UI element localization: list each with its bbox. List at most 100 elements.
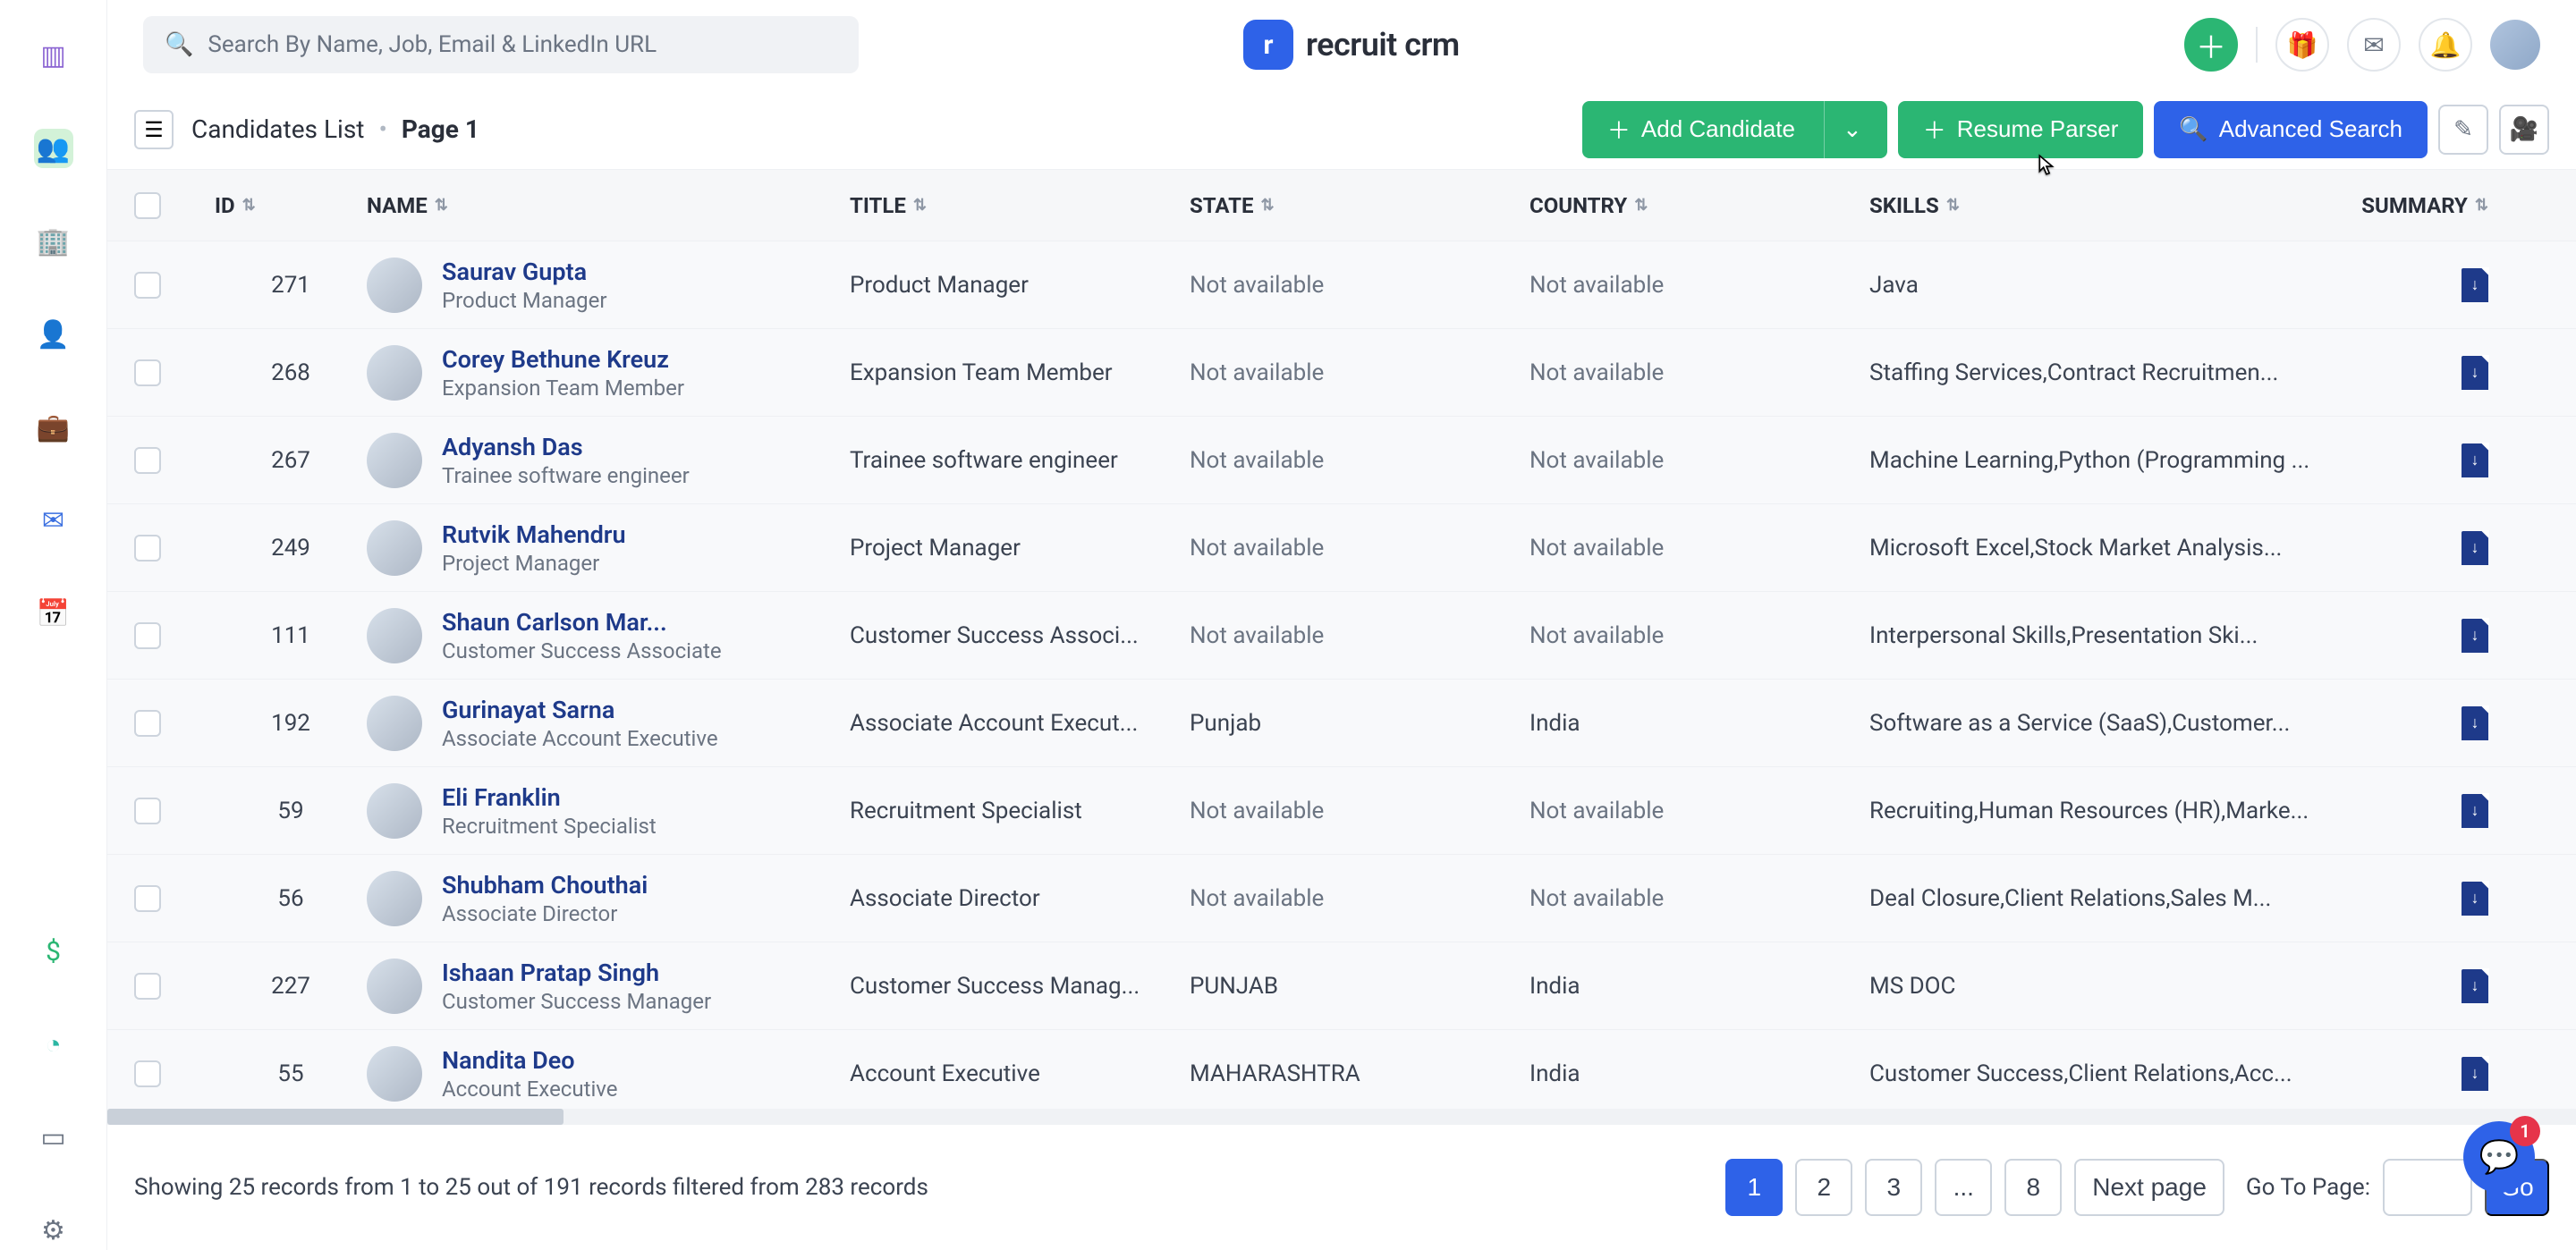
download-icon[interactable] bbox=[2462, 443, 2488, 477]
nav-contacts-icon[interactable]: 👤 bbox=[34, 315, 73, 354]
candidate-name-link[interactable]: Nandita Deo bbox=[442, 1046, 617, 1075]
chat-fab[interactable]: 💬 1 bbox=[2463, 1121, 2535, 1193]
brand: r recruit crm bbox=[1243, 20, 1460, 70]
cell-skills: Recruiting,Human Resources (HR),Marke... bbox=[1869, 798, 2370, 824]
page-button[interactable]: 2 bbox=[1795, 1159, 1852, 1216]
col-skills[interactable]: SKILLS⇅ bbox=[1869, 193, 2370, 218]
bell-icon[interactable]: 🔔 bbox=[2419, 18, 2472, 72]
row-checkbox[interactable] bbox=[134, 885, 161, 912]
list-view-icon[interactable]: ☰ bbox=[134, 110, 174, 149]
page-button[interactable]: ... bbox=[1935, 1159, 1992, 1216]
resume-parser-label: Resume Parser bbox=[1957, 115, 2119, 143]
cell-id: 59 bbox=[215, 798, 367, 824]
col-name[interactable]: NAME⇅ bbox=[367, 193, 850, 218]
candidate-name-link[interactable]: Eli Franklin bbox=[442, 783, 657, 812]
next-page-button[interactable]: Next page bbox=[2074, 1159, 2224, 1216]
candidate-name-link[interactable]: Rutvik Mahendru bbox=[442, 520, 626, 549]
nav-settings-icon[interactable]: ⚙ bbox=[34, 1211, 73, 1250]
cell-id: 111 bbox=[215, 622, 367, 649]
download-icon[interactable] bbox=[2462, 882, 2488, 916]
download-icon[interactable] bbox=[2462, 969, 2488, 1003]
row-checkbox[interactable] bbox=[134, 622, 161, 649]
cell-country: Not available bbox=[1530, 885, 1869, 912]
candidate-name-link[interactable]: Saurav Gupta bbox=[442, 258, 607, 286]
table-row[interactable]: 227 Ishaan Pratap Singh Customer Success… bbox=[107, 942, 2576, 1030]
edit-button[interactable]: ✎ bbox=[2438, 105, 2488, 155]
nav-candidates-icon[interactable]: 👥 bbox=[34, 129, 73, 168]
chat-icon: 💬 bbox=[2479, 1138, 2520, 1176]
row-checkbox[interactable] bbox=[134, 272, 161, 299]
table-row[interactable]: 267 Adyansh Das Trainee software enginee… bbox=[107, 417, 2576, 504]
nav-jobs-icon[interactable]: 💼 bbox=[34, 408, 73, 447]
cell-title: Associate Account Execut... bbox=[850, 710, 1190, 737]
page-button[interactable]: 1 bbox=[1725, 1159, 1783, 1216]
row-checkbox[interactable] bbox=[134, 798, 161, 824]
video-button[interactable]: 🎥 bbox=[2499, 105, 2549, 155]
cell-title: Trainee software engineer bbox=[850, 447, 1190, 474]
table-row[interactable]: 271 Saurav Gupta Product Manager Product… bbox=[107, 241, 2576, 329]
page-button[interactable]: 8 bbox=[2004, 1159, 2062, 1216]
cell-title: Account Executive bbox=[850, 1060, 1190, 1087]
download-icon[interactable] bbox=[2462, 794, 2488, 828]
col-title[interactable]: TITLE⇅ bbox=[850, 193, 1190, 218]
download-icon[interactable] bbox=[2462, 356, 2488, 390]
table-row[interactable]: 249 Rutvik Mahendru Project Manager Proj… bbox=[107, 504, 2576, 592]
mail-icon[interactable]: ✉ bbox=[2347, 18, 2401, 72]
download-icon[interactable] bbox=[2462, 1057, 2488, 1091]
table-row[interactable]: 192 Gurinayat Sarna Associate Account Ex… bbox=[107, 680, 2576, 767]
nav-billing-icon[interactable]: ▭ bbox=[34, 1118, 73, 1157]
sort-icon: ⇅ bbox=[913, 196, 927, 215]
cell-country: India bbox=[1530, 710, 1869, 737]
goto-page-input[interactable] bbox=[2383, 1159, 2472, 1216]
candidate-name-link[interactable]: Shaun Carlson Mar... bbox=[442, 608, 722, 637]
nav-deals-icon[interactable]: $ bbox=[34, 932, 73, 971]
nav-reports-icon[interactable]: ◔ bbox=[34, 1025, 73, 1064]
row-checkbox[interactable] bbox=[134, 535, 161, 562]
candidate-name-link[interactable]: Adyansh Das bbox=[442, 433, 690, 461]
nav-calendar-icon[interactable]: 📅 bbox=[34, 594, 73, 633]
table-row[interactable]: 268 Corey Bethune Kreuz Expansion Team M… bbox=[107, 329, 2576, 417]
row-checkbox[interactable] bbox=[134, 359, 161, 386]
nav-dashboard-icon[interactable]: ▥ bbox=[34, 36, 73, 75]
row-checkbox[interactable] bbox=[134, 973, 161, 1000]
download-icon[interactable] bbox=[2462, 268, 2488, 302]
row-checkbox[interactable] bbox=[134, 1060, 161, 1087]
row-checkbox[interactable] bbox=[134, 710, 161, 737]
nav-companies-icon[interactable]: 🏢 bbox=[34, 222, 73, 261]
table-row[interactable]: 59 Eli Franklin Recruitment Specialist R… bbox=[107, 767, 2576, 855]
col-state[interactable]: STATE⇅ bbox=[1190, 193, 1530, 218]
list-title: Candidates List bbox=[191, 114, 364, 144]
advanced-search-button[interactable]: 🔍 Advanced Search bbox=[2154, 101, 2428, 158]
chevron-down-icon[interactable]: ⌄ bbox=[1824, 101, 1862, 158]
col-id[interactable]: ID⇅ bbox=[215, 193, 367, 218]
cell-title: Product Manager bbox=[850, 272, 1190, 299]
user-avatar[interactable] bbox=[2490, 20, 2540, 70]
quick-add-button[interactable]: ＋ bbox=[2184, 18, 2238, 72]
candidate-name-link[interactable]: Corey Bethune Kreuz bbox=[442, 345, 684, 374]
cell-id: 227 bbox=[215, 973, 367, 1000]
col-country[interactable]: COUNTRY⇅ bbox=[1530, 193, 1869, 218]
download-icon[interactable] bbox=[2462, 706, 2488, 740]
table-row[interactable]: 56 Shubham Chouthai Associate Director A… bbox=[107, 855, 2576, 942]
cell-state: Not available bbox=[1190, 272, 1530, 299]
download-icon[interactable] bbox=[2462, 619, 2488, 653]
candidate-name-link[interactable]: Gurinayat Sarna bbox=[442, 696, 718, 724]
nav-mail-icon[interactable]: ✉ bbox=[34, 501, 73, 540]
row-checkbox[interactable] bbox=[134, 447, 161, 474]
cell-skills: Software as a Service (SaaS),Customer... bbox=[1869, 710, 2370, 737]
candidate-name-link[interactable]: Shubham Chouthai bbox=[442, 871, 648, 899]
candidate-name-link[interactable]: Ishaan Pratap Singh bbox=[442, 959, 711, 987]
col-summary[interactable]: SUMMARY⇅ bbox=[2370, 193, 2513, 218]
table-row[interactable]: 55 Nandita Deo Account Executive Account… bbox=[107, 1030, 2576, 1118]
select-all-checkbox[interactable] bbox=[134, 192, 161, 219]
gift-icon[interactable]: 🎁 bbox=[2275, 18, 2329, 72]
table-row[interactable]: 111 Shaun Carlson Mar... Customer Succes… bbox=[107, 592, 2576, 680]
page-button[interactable]: 3 bbox=[1865, 1159, 1922, 1216]
resume-parser-button[interactable]: ＋ Resume Parser bbox=[1898, 101, 2144, 158]
download-icon[interactable] bbox=[2462, 531, 2488, 565]
cell-country: Not available bbox=[1530, 798, 1869, 824]
add-candidate-button[interactable]: ＋ Add Candidate ⌄ bbox=[1582, 101, 1887, 158]
global-search[interactable]: 🔍 Search By Name, Job, Email & LinkedIn … bbox=[143, 16, 859, 73]
sort-icon: ⇅ bbox=[435, 196, 448, 215]
horizontal-scrollbar[interactable] bbox=[107, 1109, 2576, 1125]
